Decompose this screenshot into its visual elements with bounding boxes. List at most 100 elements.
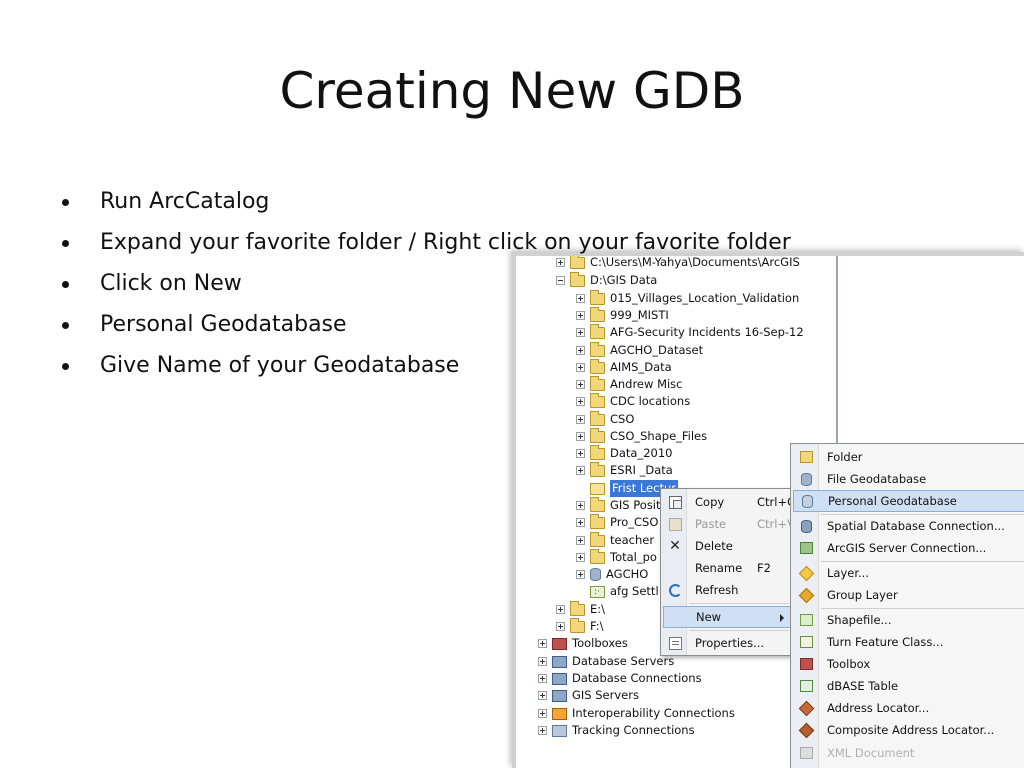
submenu-item-shapefile[interactable]: Shapefile... <box>793 609 1024 631</box>
expand-icon[interactable] <box>538 726 547 735</box>
tree-item-label: ESRI _Data <box>610 463 673 477</box>
folder-icon <box>590 427 605 443</box>
open-folder-icon <box>590 482 605 495</box>
menu-item-refresh[interactable]: Refresh <box>663 579 757 601</box>
group-layer-icon <box>798 587 814 603</box>
folder-icon <box>590 444 605 460</box>
tree-item-database-connections[interactable]: Database Connections <box>538 670 702 687</box>
expand-icon[interactable] <box>576 432 585 441</box>
tracking-connection-icon <box>552 724 567 737</box>
bullet-text: Personal Geodatabase <box>100 312 347 337</box>
menu-item-paste[interactable]: Paste Ctrl+V <box>663 513 795 535</box>
expand-icon[interactable] <box>576 553 585 562</box>
submenu-item-toolbox[interactable]: Toolbox <box>793 653 1024 675</box>
tree-item-folder[interactable]: Total_po <box>576 548 657 566</box>
address-locator-icon <box>798 700 814 716</box>
folder-icon <box>590 531 605 547</box>
tree-item-label: Database Servers <box>572 654 675 668</box>
tree-item-folder[interactable]: GIS Posit <box>576 496 661 514</box>
menu-item-label: Toolbox <box>827 657 871 671</box>
tree-item-tracking[interactable]: Tracking Connections <box>538 722 695 739</box>
tree-item-label: Toolboxes <box>572 636 628 650</box>
submenu-item-file-geodatabase[interactable]: File Geodatabase <box>793 468 1024 490</box>
tree-item-folder[interactable]: CSO <box>576 410 634 428</box>
menu-item-label: New <box>696 610 722 624</box>
delete-icon: ✕ <box>669 537 681 554</box>
expand-icon[interactable] <box>556 622 565 631</box>
tree-item-folder[interactable]: CDC locations <box>576 392 691 410</box>
menu-item-new[interactable]: New <box>663 606 791 628</box>
submenu-item-personal-geodatabase[interactable]: Personal Geodatabase <box>793 490 1024 512</box>
expand-icon[interactable] <box>576 466 585 475</box>
expand-icon[interactable] <box>538 709 547 718</box>
tree-item-label: CSO_Shape_Files <box>610 429 708 443</box>
tree-item-gis-servers[interactable]: GIS Servers <box>538 687 639 704</box>
new-submenu: Folder File Geodatabase Personal Geodata… <box>790 443 1024 768</box>
expand-icon[interactable] <box>576 397 585 406</box>
point-feature-icon <box>590 584 605 601</box>
bullet-text: Expand your favorite folder / Right clic… <box>100 230 791 255</box>
expand-icon[interactable] <box>576 415 585 424</box>
tree-item-geodatabase[interactable]: AGCHO <box>576 566 648 583</box>
menu-item-label: Properties... <box>695 636 765 650</box>
tree-item-folder[interactable]: teacher <box>576 531 654 549</box>
submenu-item-group-layer[interactable]: Group Layer <box>793 584 1024 606</box>
tree-item-label: Total_po <box>610 550 657 564</box>
submenu-item-turn-feature-class[interactable]: Turn Feature Class... <box>793 631 1024 653</box>
tree-item-folder[interactable]: ESRI _Data <box>576 461 673 479</box>
bullet-dot <box>62 240 69 247</box>
submenu-item-arcgis-server-connection[interactable]: ArcGIS Server Connection... <box>793 537 1024 559</box>
bullet-text: Give Name of your Geodatabase <box>100 353 460 378</box>
menu-item-label: File Geodatabase <box>827 472 927 486</box>
expand-icon[interactable] <box>538 657 547 666</box>
tree-item-drive[interactable]: F:\ <box>556 617 604 635</box>
menu-item-label: Composite Address Locator... <box>827 723 995 737</box>
tree-item-folder[interactable]: Pro_CSO <box>576 513 658 531</box>
menu-item-properties[interactable]: Properties... <box>663 632 765 654</box>
menu-item-label: Rename <box>695 561 743 575</box>
submenu-arrow-icon <box>780 614 784 622</box>
submenu-item-xml-document[interactable]: XML Document <box>793 742 1024 764</box>
database-server-icon <box>552 655 567 668</box>
submenu-item-layer[interactable]: Layer... <box>793 562 1024 584</box>
expand-icon[interactable] <box>576 501 585 510</box>
menu-item-copy[interactable]: Copy Ctrl+C <box>663 491 795 513</box>
menu-item-label: Group Layer <box>827 588 898 602</box>
submenu-item-composite-address-locator[interactable]: Composite Address Locator... <box>793 719 1024 741</box>
menu-item-rename[interactable]: Rename F2 <box>663 557 771 579</box>
bullet-item: Expand your favorite folder / Right clic… <box>60 225 791 266</box>
tree-item-label: F:\ <box>590 619 604 633</box>
tree-item-folder[interactable]: CSO_Shape_Files <box>576 427 708 445</box>
submenu-item-spatial-db-connection[interactable]: Spatial Database Connection... <box>793 515 1024 537</box>
bullet-text: Click on New <box>100 271 242 296</box>
expand-icon[interactable] <box>538 639 547 648</box>
tree-item-label: GIS Servers <box>572 688 639 702</box>
bullet-list: Run ArcCatalog Expand your favorite fold… <box>60 184 791 389</box>
tree-item-label: CDC locations <box>610 394 691 408</box>
xml-document-icon <box>799 747 813 759</box>
folder-icon <box>590 548 605 564</box>
tree-item-label: Interoperability Connections <box>572 706 735 720</box>
tree-item-drive[interactable]: E:\ <box>556 600 605 618</box>
expand-icon[interactable] <box>556 605 565 614</box>
geodatabase-icon <box>590 568 601 581</box>
tree-item-database-servers[interactable]: Database Servers <box>538 653 674 670</box>
expand-icon[interactable] <box>538 674 547 683</box>
submenu-item-folder[interactable]: Folder <box>793 446 1024 468</box>
menu-item-label: Copy <box>695 495 725 509</box>
tree-item-folder[interactable]: Data_2010 <box>576 444 672 462</box>
submenu-item-dbase-table[interactable]: dBASE Table <box>793 675 1024 697</box>
tree-item-toolboxes[interactable]: Toolboxes <box>538 635 628 652</box>
expand-icon[interactable] <box>576 518 585 527</box>
bullet-item: Personal Geodatabase <box>60 307 791 348</box>
menu-item-label: Paste <box>695 517 727 531</box>
tree-item-interoperability[interactable]: Interoperability Connections <box>538 705 735 722</box>
expand-icon[interactable] <box>576 570 585 579</box>
expand-icon[interactable] <box>576 536 585 545</box>
submenu-item-address-locator[interactable]: Address Locator... <box>793 697 1024 719</box>
expand-icon[interactable] <box>576 449 585 458</box>
tree-item-point-layer[interactable]: afg Settl <box>576 583 659 601</box>
menu-item-delete[interactable]: ✕ Delete <box>663 535 757 557</box>
expand-icon[interactable] <box>538 691 547 700</box>
menu-separator <box>689 603 789 604</box>
